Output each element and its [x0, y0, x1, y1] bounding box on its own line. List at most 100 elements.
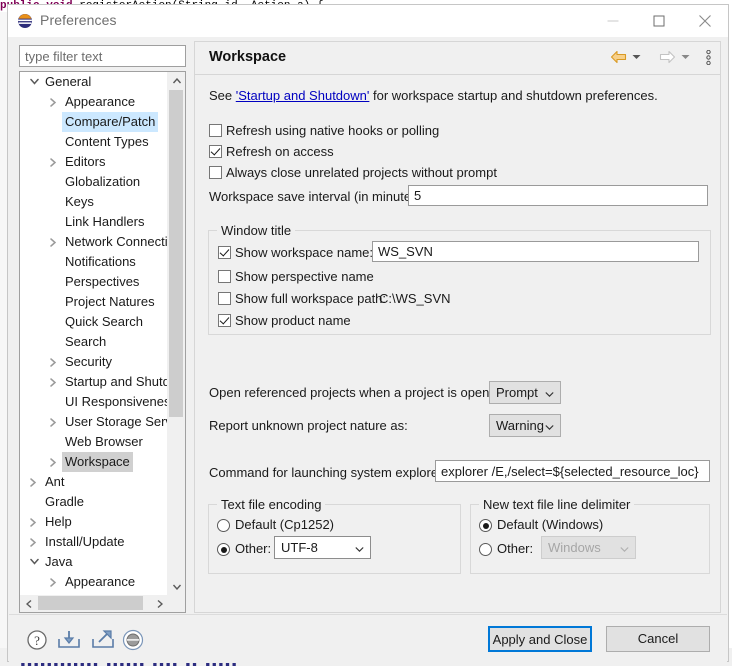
checkbox-box[interactable]: [218, 314, 231, 327]
line-delimiter-group: New text file line delimiter Default (Wi…: [470, 504, 710, 574]
tree-item-build-path[interactable]: Build Path: [20, 592, 169, 594]
checkbox-box[interactable]: [209, 145, 222, 158]
forward-dropdown-caret-icon[interactable]: [681, 47, 690, 65]
tree-item-label: Gradle: [42, 492, 87, 512]
tree-item-user-storage-service[interactable]: User Storage Service: [20, 412, 169, 432]
chevron-right-icon[interactable]: [46, 452, 62, 472]
show-full-workspace-path-checkbox[interactable]: Show full workspace path:: [218, 291, 386, 306]
chevron-right-icon[interactable]: [46, 152, 62, 172]
tree-scrollbar-thumb[interactable]: [169, 90, 183, 417]
tree-item-project-natures[interactable]: Project Natures: [20, 292, 169, 312]
tree-item-editors[interactable]: Editors: [20, 152, 169, 172]
chevron-right-icon[interactable]: [46, 592, 62, 594]
show-product-name-checkbox[interactable]: Show product name: [218, 313, 351, 328]
encoding-other-radio[interactable]: Other:: [217, 541, 271, 556]
import-icon[interactable]: [57, 629, 81, 656]
export-icon[interactable]: [91, 629, 115, 656]
explorer-command-input[interactable]: [435, 460, 710, 482]
scroll-left-icon[interactable]: [20, 595, 37, 612]
delimiter-other-radio[interactable]: Other:: [479, 541, 533, 556]
startup-shutdown-link[interactable]: 'Startup and Shutdown': [236, 88, 370, 103]
chevron-right-icon[interactable]: [26, 472, 42, 492]
tree-item-ui-responsiveness-monitoring[interactable]: UI Responsiveness Monitoring: [20, 392, 169, 412]
tree-item-install-update[interactable]: Install/Update: [20, 532, 169, 552]
refresh-on-access-checkbox[interactable]: Refresh on access: [209, 144, 334, 159]
tree-item-network-connections[interactable]: Network Connections: [20, 232, 169, 252]
tree-hscroll-thumb[interactable]: [38, 596, 143, 610]
chevron-right-icon[interactable]: [26, 532, 42, 552]
chevron-right-icon[interactable]: [46, 352, 62, 372]
tree-item-web-browser[interactable]: Web Browser: [20, 432, 169, 452]
chevron-down-icon[interactable]: [26, 552, 42, 572]
tree-item-search[interactable]: Search: [20, 332, 169, 352]
minimize-button[interactable]: [590, 5, 636, 36]
tree-item-appearance[interactable]: Appearance: [20, 572, 169, 592]
checkbox-box[interactable]: [209, 124, 222, 137]
radio-button[interactable]: [479, 519, 492, 532]
checkbox-box[interactable]: [218, 270, 231, 283]
delimiter-default-radio[interactable]: Default (Windows): [479, 517, 603, 532]
scroll-right-icon[interactable]: [151, 595, 168, 612]
tree-item-notifications[interactable]: Notifications: [20, 252, 169, 272]
back-dropdown-caret-icon[interactable]: [632, 47, 641, 65]
tree-item-compare-patch[interactable]: Compare/Patch: [20, 112, 169, 132]
status-circle-icon[interactable]: [122, 629, 144, 656]
back-arrow-icon[interactable]: [610, 50, 627, 69]
save-interval-input[interactable]: [408, 185, 708, 206]
report-unknown-nature-combo[interactable]: Warning: [489, 414, 561, 437]
checkbox-label: Show workspace name:: [235, 245, 373, 260]
chevron-right-icon[interactable]: [46, 372, 62, 392]
tree-item-globalization[interactable]: Globalization: [20, 172, 169, 192]
encoding-default-radio[interactable]: Default (Cp1252): [217, 517, 334, 532]
tree-item-quick-search[interactable]: Quick Search: [20, 312, 169, 332]
tree-item-java[interactable]: Java: [20, 552, 169, 572]
tree-vertical-scrollbar[interactable]: [167, 72, 185, 595]
radio-button[interactable]: [217, 543, 230, 556]
tree-item-link-handlers[interactable]: Link Handlers: [20, 212, 169, 232]
scroll-down-icon[interactable]: [168, 578, 185, 595]
filter-input[interactable]: [19, 45, 186, 67]
cancel-button[interactable]: Cancel: [606, 626, 710, 652]
refresh-native-hooks-checkbox[interactable]: Refresh using native hooks or polling: [209, 123, 439, 138]
chevron-right-icon[interactable]: [46, 232, 62, 252]
tree-item-gradle[interactable]: Gradle: [20, 492, 169, 512]
open-referenced-projects-combo[interactable]: Prompt: [489, 381, 561, 404]
tree-horizontal-scrollbar[interactable]: [20, 595, 168, 612]
radio-button[interactable]: [479, 543, 492, 556]
chevron-down-icon[interactable]: [26, 72, 42, 92]
tree-item-label: Keys: [62, 192, 97, 212]
explorer-command-label: Command for launching system explorer:: [209, 465, 446, 480]
chevron-right-icon[interactable]: [46, 92, 62, 112]
chevron-right-icon[interactable]: [46, 572, 62, 592]
apply-and-close-button[interactable]: Apply and Close: [488, 626, 592, 652]
tree-item-content-types[interactable]: Content Types: [20, 132, 169, 152]
show-perspective-name-checkbox[interactable]: Show perspective name: [218, 269, 374, 284]
checkbox-box[interactable]: [209, 166, 222, 179]
maximize-button[interactable]: [636, 5, 682, 36]
scroll-up-icon[interactable]: [168, 72, 185, 89]
encoding-combo[interactable]: UTF-8: [274, 536, 371, 559]
preferences-tree[interactable]: GeneralAppearanceCompare/PatchContent Ty…: [19, 71, 186, 613]
checkbox-box[interactable]: [218, 246, 231, 259]
close-unrelated-projects-checkbox[interactable]: Always close unrelated projects without …: [209, 165, 497, 180]
checkbox-box[interactable]: [218, 292, 231, 305]
help-icon[interactable]: ?: [26, 629, 48, 656]
checkbox-label: Show full workspace path:: [235, 291, 386, 306]
tree-item-label: Globalization: [62, 172, 143, 192]
tree-item-keys[interactable]: Keys: [20, 192, 169, 212]
chevron-right-icon[interactable]: [46, 412, 62, 432]
close-button[interactable]: [682, 5, 728, 36]
view-menu-icon[interactable]: [706, 50, 711, 70]
workspace-name-input[interactable]: [372, 241, 699, 262]
tree-item-workspace[interactable]: Workspace: [20, 452, 169, 472]
tree-item-appearance[interactable]: Appearance: [20, 92, 169, 112]
tree-item-general[interactable]: General: [20, 72, 169, 92]
tree-item-help[interactable]: Help: [20, 512, 169, 532]
radio-button[interactable]: [217, 519, 230, 532]
tree-item-security[interactable]: Security: [20, 352, 169, 372]
tree-item-ant[interactable]: Ant: [20, 472, 169, 492]
tree-item-startup-and-shutdown[interactable]: Startup and Shutdown: [20, 372, 169, 392]
tree-item-perspectives[interactable]: Perspectives: [20, 272, 169, 292]
chevron-right-icon[interactable]: [26, 512, 42, 532]
show-workspace-name-checkbox[interactable]: Show workspace name:: [218, 245, 373, 260]
